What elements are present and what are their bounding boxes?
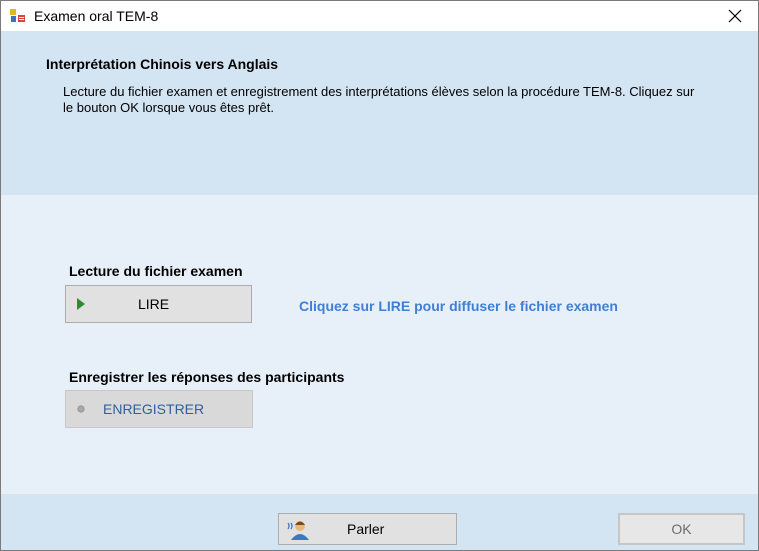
record-section-label: Enregistrer les réponses des participant… <box>69 369 345 385</box>
app-icon <box>10 9 26 23</box>
record-button[interactable]: ENREGISTRER <box>65 390 253 428</box>
header-title: Interprétation Chinois vers Anglais <box>46 56 279 72</box>
header-description: Lecture du fichier examen et enregistrem… <box>63 84 695 115</box>
speak-button[interactable]: Parler <box>278 513 457 545</box>
read-button[interactable]: LIRE <box>65 285 252 323</box>
ok-button-label: OK <box>671 521 692 537</box>
dialog-window: Examen oral TEM-8 Interprétation Chinois… <box>0 0 759 551</box>
close-button[interactable] <box>712 1 758 31</box>
ok-button[interactable]: OK <box>618 513 745 545</box>
read-section-label: Lecture du fichier examen <box>69 263 243 279</box>
read-button-label: LIRE <box>138 296 170 312</box>
play-icon <box>77 298 85 310</box>
title-bar[interactable]: Examen oral TEM-8 <box>1 1 758 31</box>
read-hint: Cliquez sur LIRE pour diffuser le fichie… <box>299 298 618 314</box>
record-button-label: ENREGISTRER <box>103 401 205 417</box>
record-dot-icon <box>77 405 85 413</box>
speak-button-label: Parler <box>347 521 385 537</box>
close-icon <box>728 9 742 23</box>
speaker-person-icon <box>287 521 309 540</box>
main-panel <box>1 195 758 494</box>
window-title: Examen oral TEM-8 <box>34 8 159 24</box>
